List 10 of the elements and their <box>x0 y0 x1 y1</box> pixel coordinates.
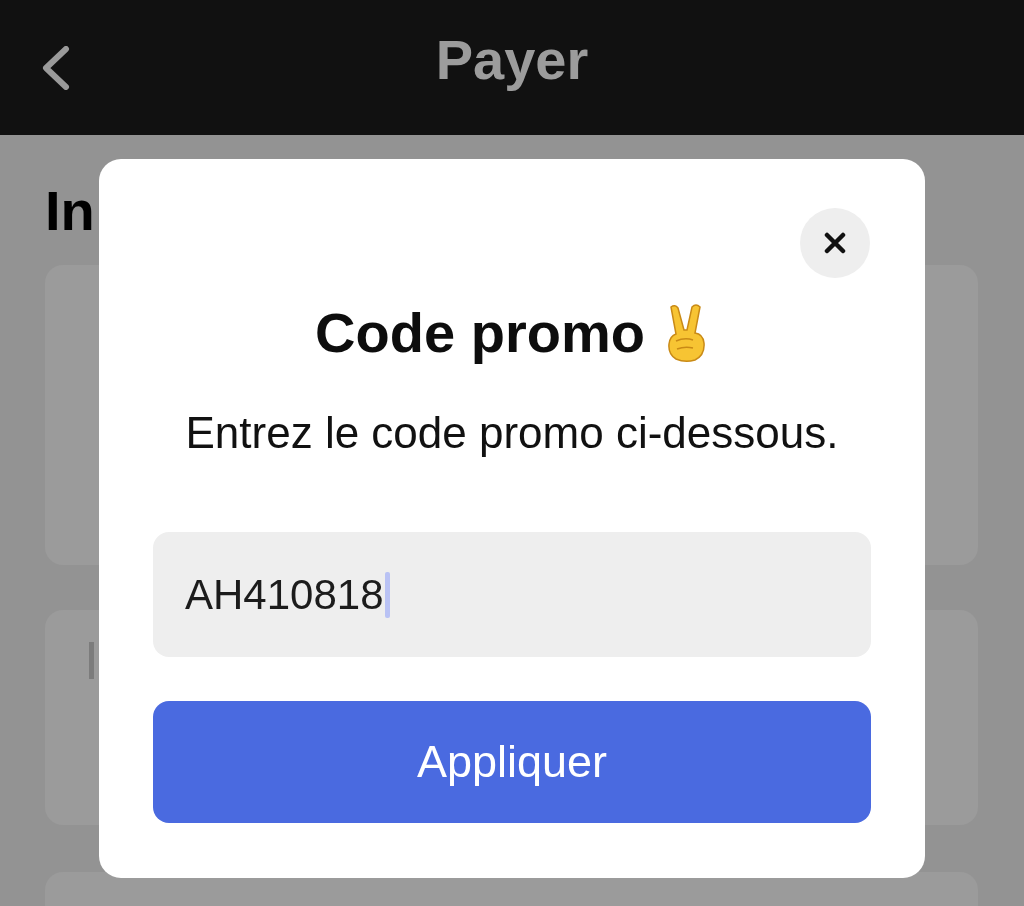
close-icon <box>824 232 846 254</box>
dialog-description: Entrez le code promo ci-dessous. <box>185 408 839 458</box>
back-button[interactable] <box>40 44 72 91</box>
section-heading: In <box>45 179 95 243</box>
back-chevron-icon <box>42 45 70 90</box>
promo-code-field[interactable]: AH410818 <box>153 532 871 657</box>
screen-title: Payer <box>435 27 589 92</box>
field-value: AH410818 <box>185 569 384 620</box>
apply-button[interactable]: Appliquer <box>153 701 871 823</box>
dialog-title: Code promo <box>315 303 645 363</box>
